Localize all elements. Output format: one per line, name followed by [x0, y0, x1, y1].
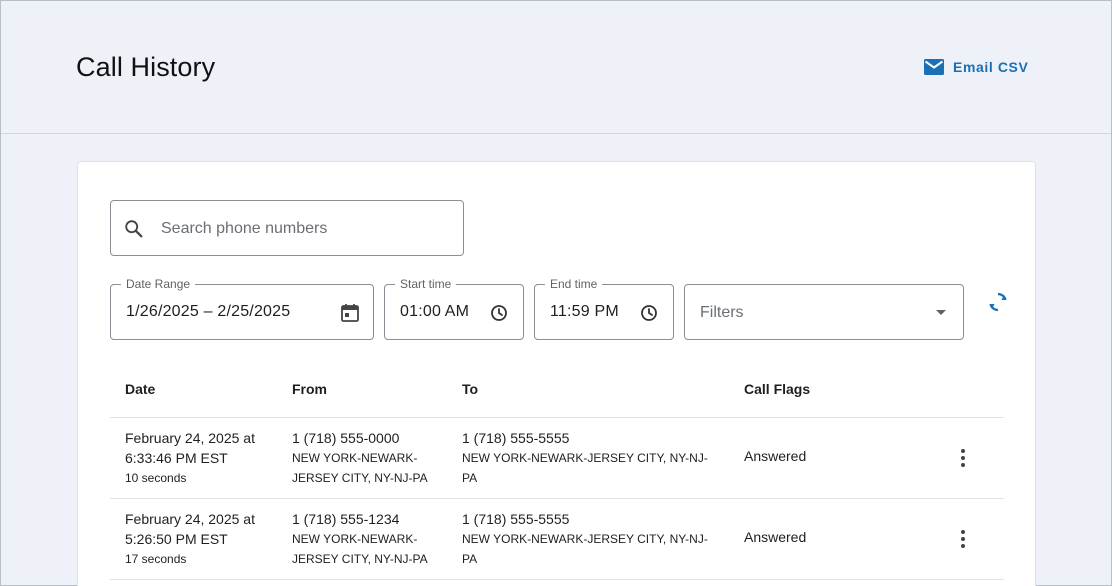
call-date-cell: February 24, 2025 at 5:26:50 PM EST 17 s…: [125, 509, 275, 569]
to-number: 1 (718) 555-5555: [462, 511, 570, 527]
column-header-call-flags[interactable]: Call Flags: [744, 381, 810, 397]
to-location: NEW YORK-NEWARK-JERSEY CITY, NY-NJ-: [462, 532, 708, 546]
column-header-from[interactable]: From: [292, 381, 327, 397]
call-date: February 24, 2025 at: [125, 430, 255, 446]
date-range-field[interactable]: Date Range 1/26/2025 – 2/25/2025: [110, 277, 374, 340]
end-time-field[interactable]: End time 11:59 PM: [534, 277, 674, 340]
call-time: 5:26:50 PM EST: [125, 531, 228, 547]
to-location: NEW YORK-NEWARK-JERSEY CITY, NY-NJ-: [462, 451, 708, 465]
mail-icon: [923, 57, 945, 77]
to-cell: 1 (718) 555-5555 NEW YORK-NEWARK-JERSEY …: [462, 428, 722, 488]
from-cell: 1 (718) 555-0000 NEW YORK-NEWARK- JERSEY…: [292, 428, 442, 488]
end-time-label: End time: [545, 277, 603, 291]
calendar-icon[interactable]: [339, 302, 361, 324]
search-input[interactable]: [161, 215, 451, 243]
to-cell: 1 (718) 555-5555 NEW YORK-NEWARK-JERSEY …: [462, 509, 722, 569]
refresh-icon[interactable]: [986, 290, 1010, 314]
call-date: February 24, 2025 at: [125, 511, 255, 527]
table-header: Date From To Call Flags: [110, 362, 1004, 418]
filters-select[interactable]: Filters: [684, 284, 964, 340]
from-location: NEW YORK-NEWARK-: [292, 451, 418, 465]
date-range-label: Date Range: [121, 277, 196, 291]
more-vertical-icon[interactable]: [953, 527, 973, 551]
email-csv-label: Email CSV: [953, 59, 1029, 75]
table-row[interactable]: February 24, 2025 at 6:33:46 PM EST 10 s…: [110, 418, 1004, 499]
email-csv-button[interactable]: Email CSV: [923, 57, 1028, 77]
from-number: 1 (718) 555-0000: [292, 430, 400, 446]
call-time: 6:33:46 PM EST: [125, 450, 228, 466]
start-time-field[interactable]: Start time 01:00 AM: [384, 277, 524, 340]
to-location: PA: [462, 471, 478, 485]
more-vertical-icon[interactable]: [953, 446, 973, 470]
filters-placeholder: Filters: [700, 304, 744, 321]
from-location: JERSEY CITY, NY-NJ-PA: [292, 471, 428, 485]
from-location: NEW YORK-NEWARK-: [292, 532, 418, 546]
column-header-date[interactable]: Date: [125, 381, 155, 397]
end-time-value: 11:59 PM: [550, 303, 619, 320]
start-time-label: Start time: [395, 277, 457, 291]
from-location: JERSEY CITY, NY-NJ-PA: [292, 552, 428, 566]
clock-icon[interactable]: [639, 303, 661, 325]
call-date-cell: February 24, 2025 at 6:33:46 PM EST 10 s…: [125, 428, 275, 488]
call-duration: 10 seconds: [125, 471, 187, 485]
call-duration: 17 seconds: [125, 552, 187, 566]
search-field[interactable]: [110, 200, 464, 256]
page-header: Call History Email CSV: [1, 1, 1111, 134]
dropdown-arrow-icon: [936, 310, 946, 315]
column-header-to[interactable]: To: [462, 381, 478, 397]
to-location: PA: [462, 552, 478, 566]
clock-icon[interactable]: [489, 303, 511, 325]
call-history-card: Date Range 1/26/2025 – 2/25/2025 Start t…: [77, 161, 1036, 586]
from-cell: 1 (718) 555-1234 NEW YORK-NEWARK- JERSEY…: [292, 509, 442, 569]
from-number: 1 (718) 555-1234: [292, 511, 400, 527]
page-title: Call History: [76, 52, 216, 82]
call-flags: Answered: [744, 529, 807, 545]
table-row[interactable]: February 24, 2025 at 5:26:50 PM EST 17 s…: [110, 499, 1004, 580]
date-range-value: 1/26/2025 – 2/25/2025: [126, 303, 291, 320]
call-flags: Answered: [744, 448, 807, 464]
start-time-value: 01:00 AM: [400, 303, 470, 320]
to-number: 1 (718) 555-5555: [462, 430, 570, 446]
